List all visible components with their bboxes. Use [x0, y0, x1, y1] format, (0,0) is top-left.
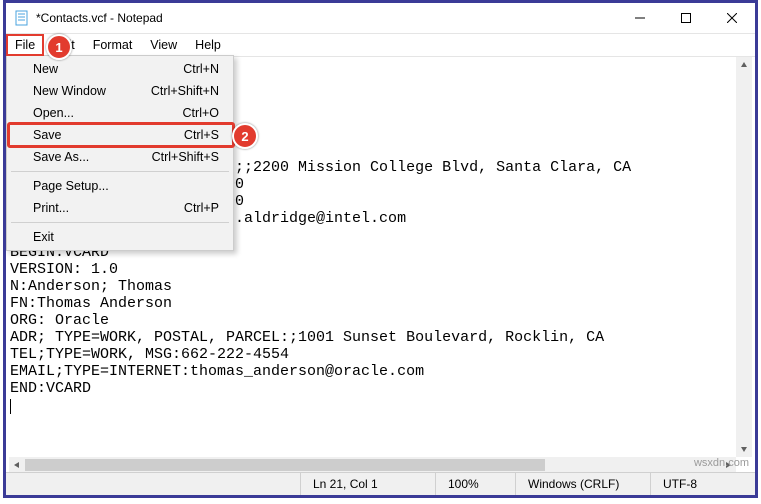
- notepad-icon: [14, 10, 30, 26]
- menu-item-shortcut: Ctrl+Shift+S: [152, 150, 219, 164]
- minimize-button[interactable]: [617, 3, 663, 33]
- menu-item-page-setup[interactable]: Page Setup...: [9, 175, 231, 197]
- annotation-callout-2: 2: [232, 123, 258, 149]
- menu-item-shortcut: Ctrl+N: [183, 62, 219, 76]
- horizontal-scrollbar[interactable]: [9, 457, 736, 473]
- menu-file[interactable]: File: [6, 34, 44, 56]
- status-line-ending: Windows (CRLF): [515, 473, 650, 495]
- menu-view[interactable]: View: [141, 34, 186, 56]
- maximize-button[interactable]: [663, 3, 709, 33]
- status-position: Ln 21, Col 1: [300, 473, 435, 495]
- status-bar: Ln 21, Col 1 100% Windows (CRLF) UTF-8: [6, 472, 755, 495]
- menu-item-open[interactable]: Open... Ctrl+O: [9, 102, 231, 124]
- title-bar: *Contacts.vcf - Notepad: [6, 3, 755, 34]
- vertical-scrollbar[interactable]: [736, 57, 752, 457]
- menu-item-label: Save: [33, 128, 62, 142]
- text-caret: [10, 399, 11, 414]
- menu-item-print[interactable]: Print... Ctrl+P: [9, 197, 231, 219]
- status-encoding: UTF-8: [650, 473, 755, 495]
- menu-help[interactable]: Help: [186, 34, 230, 56]
- menu-item-label: Open...: [33, 106, 74, 120]
- scroll-up-icon[interactable]: [736, 57, 752, 73]
- menu-item-shortcut: Ctrl+P: [184, 201, 219, 215]
- notepad-window: *Contacts.vcf - Notepad File Edit Format…: [3, 0, 758, 498]
- menu-item-label: Print...: [33, 201, 69, 215]
- menu-bar: File Edit Format View Help: [6, 34, 755, 57]
- menu-item-label: Save As...: [33, 150, 89, 164]
- menu-item-label: Exit: [33, 230, 54, 244]
- menu-format[interactable]: Format: [84, 34, 142, 56]
- status-zoom: 100%: [435, 473, 515, 495]
- menu-item-save-as[interactable]: Save As... Ctrl+Shift+S: [9, 146, 231, 168]
- menu-item-save[interactable]: Save Ctrl+S: [9, 124, 231, 146]
- menu-item-label: New Window: [33, 84, 106, 98]
- menu-item-label: Page Setup...: [33, 179, 109, 193]
- scroll-down-icon[interactable]: [736, 441, 752, 457]
- menu-item-shortcut: Ctrl+O: [183, 106, 219, 120]
- window-controls: [617, 3, 755, 33]
- watermark: wsxdn.com: [694, 457, 749, 469]
- menu-item-exit[interactable]: Exit: [9, 226, 231, 248]
- menu-item-shortcut: Ctrl+S: [184, 128, 219, 142]
- menu-item-new[interactable]: New Ctrl+N: [9, 58, 231, 80]
- close-button[interactable]: [709, 3, 755, 33]
- file-menu-dropdown: New Ctrl+N New Window Ctrl+Shift+N Open.…: [6, 55, 234, 251]
- scroll-thumb[interactable]: [25, 459, 545, 471]
- scroll-left-icon[interactable]: [9, 457, 25, 473]
- menu-separator: [11, 222, 229, 223]
- menu-item-shortcut: Ctrl+Shift+N: [151, 84, 219, 98]
- menu-separator: [11, 171, 229, 172]
- menu-item-label: New: [33, 62, 58, 76]
- menu-item-new-window[interactable]: New Window Ctrl+Shift+N: [9, 80, 231, 102]
- window-title: *Contacts.vcf - Notepad: [36, 11, 163, 25]
- annotation-callout-1: 1: [46, 34, 72, 60]
